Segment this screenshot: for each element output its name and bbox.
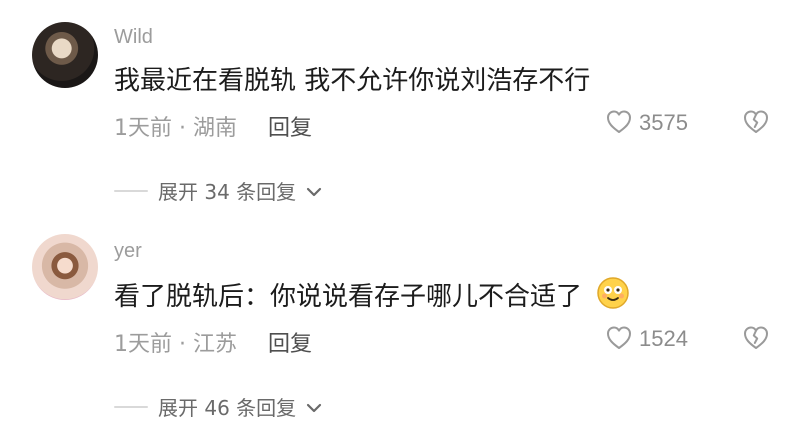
expand-replies[interactable]: 展开 34 条回复	[114, 176, 322, 205]
comment-item: Wild 我最近在看脱轨 我不允许你说刘浩存不行 1天前 · 湖南 回复 357…	[0, 0, 800, 216]
like-button[interactable]: 1524	[605, 324, 688, 354]
comment-text: 看了脱轨后：你说说看存子哪儿不合适了	[114, 282, 583, 312]
chevron-down-icon	[306, 395, 322, 419]
comment-text: 我最近在看脱轨 我不允许你说刘浩存不行	[114, 66, 591, 96]
comment-item: yer 看了脱轨后：你说说看存子哪儿不合适了 1天前 · 江苏 回复 1524	[0, 216, 800, 432]
username[interactable]: Wild	[114, 26, 153, 49]
avatar[interactable]	[32, 234, 98, 300]
username[interactable]: yer	[114, 240, 142, 263]
comment-meta: 1天前 · 江苏	[114, 332, 237, 357]
heart-outline-icon	[605, 108, 633, 138]
expand-divider	[114, 405, 148, 408]
dislike-button[interactable]	[742, 108, 770, 138]
smiling-face-icon	[596, 276, 630, 317]
comment-text-row: 看了脱轨后：你说说看存子哪儿不合适了	[114, 276, 630, 317]
expand-divider	[114, 189, 148, 192]
avatar[interactable]	[32, 22, 98, 88]
broken-heart-icon	[742, 326, 770, 354]
dislike-button[interactable]	[742, 324, 770, 354]
broken-heart-icon	[742, 110, 770, 138]
like-button[interactable]: 3575	[605, 108, 688, 138]
expand-replies[interactable]: 展开 46 条回复	[114, 392, 322, 421]
like-count: 1524	[639, 326, 688, 351]
like-count: 3575	[639, 110, 688, 135]
expand-replies-label: 展开 34 条回复	[158, 180, 297, 204]
expand-replies-label: 展开 46 条回复	[158, 396, 297, 420]
comment-meta: 1天前 · 湖南	[114, 116, 237, 141]
heart-outline-icon	[605, 324, 633, 354]
chevron-down-icon	[306, 179, 322, 203]
reply-button[interactable]: 回复	[268, 110, 312, 142]
reply-button[interactable]: 回复	[268, 326, 312, 358]
